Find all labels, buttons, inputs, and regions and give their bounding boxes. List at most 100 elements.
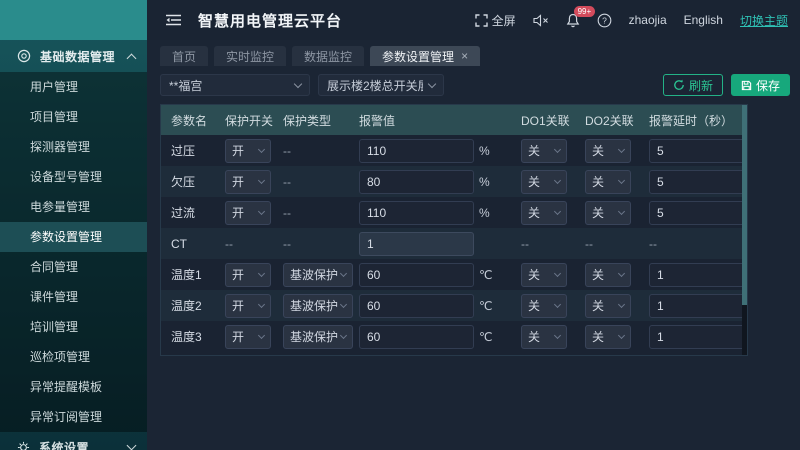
alarm-delay-input[interactable] (649, 201, 748, 225)
do1-select[interactable]: 关 (521, 170, 567, 194)
theme-toggle-link[interactable]: 切换主题 (740, 12, 788, 29)
tab[interactable]: 首页 (160, 46, 208, 66)
do1-select[interactable]: 关 (521, 201, 567, 225)
protect-switch-select-value: 开 (232, 173, 259, 190)
project-select[interactable]: **福宫 (160, 74, 310, 96)
database-circle-icon (17, 49, 31, 63)
column-header: 保护开关 (225, 112, 283, 129)
chevron-down-icon (127, 441, 137, 450)
protect-type-empty: -- (283, 237, 359, 251)
protect-switch-select[interactable]: 开 (225, 139, 271, 163)
alarm-delay-input[interactable] (649, 263, 748, 287)
do2-select[interactable]: 关 (585, 139, 631, 163)
do2-select-value: 关 (592, 266, 619, 283)
tab-label: 参数设置管理 (382, 48, 454, 65)
protect-switch-select[interactable]: 开 (225, 294, 271, 318)
alarm-unit-label: ℃ (479, 299, 492, 313)
alarm-value-input[interactable] (359, 232, 474, 256)
protect-switch-select[interactable]: 开 (225, 201, 271, 225)
tab[interactable]: 实时监控 (214, 46, 286, 66)
sidebar-item[interactable]: 课件管理 (0, 282, 147, 312)
chevron-down-icon (258, 270, 265, 277)
do2-select[interactable]: 关 (585, 263, 631, 287)
help-icon[interactable]: ? (597, 13, 612, 28)
protect-switch-select[interactable]: 开 (225, 170, 271, 194)
alarm-value-cell: ℃ (359, 263, 521, 287)
sidebar-item[interactable]: 异常订阅管理 (0, 402, 147, 432)
mute-icon[interactable] (533, 14, 549, 27)
protect-switch-select[interactable]: 开 (225, 325, 271, 349)
param-name: 温度3 (171, 328, 225, 345)
protect-switch-select-value: 开 (232, 266, 259, 283)
do1-select[interactable]: 关 (521, 263, 567, 287)
alarm-value-input[interactable] (359, 139, 474, 163)
do2-select[interactable]: 关 (585, 201, 631, 225)
protect-type-select[interactable]: 基波保护 (283, 294, 353, 318)
refresh-button[interactable]: 刷新 (663, 74, 723, 96)
fullscreen-button[interactable]: 全屏 (475, 12, 516, 29)
save-icon (741, 80, 752, 91)
alarm-delay-input[interactable] (649, 170, 748, 194)
sidebar-bottom-group-label: 系统设置 (39, 439, 128, 450)
protect-switch-select-value: 开 (232, 297, 259, 314)
tab-label: 数据监控 (304, 48, 352, 65)
app-window: 基础数据管理 用户管理项目管理探测器管理设备型号管理电参量管理参数设置管理合同管… (0, 0, 800, 450)
language-switch[interactable]: English (684, 13, 723, 27)
device-select[interactable]: 展示楼2楼总开关展示... (318, 74, 444, 96)
chevron-down-icon (618, 332, 625, 339)
sidebar-group-basic-data[interactable]: 基础数据管理 (0, 40, 147, 72)
alarm-value-input[interactable] (359, 201, 474, 225)
username[interactable]: zhaojia (629, 13, 667, 27)
protect-type-empty: -- (283, 206, 359, 220)
notifications-button[interactable]: 99+ (566, 13, 580, 28)
alarm-value-input[interactable] (359, 294, 474, 318)
alarm-value-input[interactable] (359, 170, 474, 194)
sidebar-item[interactable]: 合同管理 (0, 252, 147, 282)
sidebar-item[interactable]: 设备型号管理 (0, 162, 147, 192)
do1-select[interactable]: 关 (521, 294, 567, 318)
sidebar-item[interactable]: 电参量管理 (0, 192, 147, 222)
tab[interactable]: 参数设置管理 × (370, 46, 480, 66)
sidebar-item[interactable]: 探测器管理 (0, 132, 147, 162)
sidebar-group-system-settings[interactable]: 系统设置 (0, 432, 147, 450)
table-row: 温度3开基波保护℃关关 (161, 321, 747, 352)
sidebar-item[interactable]: 异常提醒模板 (0, 372, 147, 402)
page-title: 智慧用电管理云平台 (198, 10, 342, 31)
do2-select[interactable]: 关 (585, 170, 631, 194)
protect-type-select[interactable]: 基波保护 (283, 325, 353, 349)
sidebar-item[interactable]: 用户管理 (0, 72, 147, 102)
alarm-delay-input[interactable] (649, 325, 748, 349)
alarm-value-input[interactable] (359, 263, 474, 287)
do2-select[interactable]: 关 (585, 325, 631, 349)
chevron-down-icon (340, 301, 347, 308)
close-tab-icon[interactable]: × (461, 49, 468, 63)
do1-select[interactable]: 关 (521, 325, 567, 349)
save-button[interactable]: 保存 (731, 74, 790, 96)
tab-label: 首页 (172, 48, 196, 65)
table-header-row: 参数名保护开关保护类型报警值DO1关联DO2关联报警延时（秒） (161, 105, 747, 135)
chevron-down-icon (618, 146, 625, 153)
protect-type-select[interactable]: 基波保护 (283, 263, 353, 287)
chevron-down-icon (554, 301, 561, 308)
sidebar-item[interactable]: 参数设置管理 (0, 222, 147, 252)
protect-switch-select[interactable]: 开 (225, 263, 271, 287)
scrollbar-thumb[interactable] (742, 105, 747, 305)
do2-select[interactable]: 关 (585, 294, 631, 318)
vertical-scrollbar[interactable] (742, 105, 747, 355)
protect-switch-select-value: 开 (232, 328, 259, 345)
alarm-value-input[interactable] (359, 325, 474, 349)
protect-type-select-value: 基波保护 (290, 328, 341, 345)
table-row: 欠压开--%关关 (161, 166, 747, 197)
alarm-value-cell: ℃ (359, 294, 521, 318)
tab[interactable]: 数据监控 (292, 46, 364, 66)
sidebar-item[interactable]: 巡检项管理 (0, 342, 147, 372)
chevron-down-icon (340, 332, 347, 339)
sidebar-logo-block (0, 0, 147, 40)
alarm-delay-input[interactable] (649, 294, 748, 318)
sidebar-item[interactable]: 项目管理 (0, 102, 147, 132)
alarm-delay-input[interactable] (649, 139, 748, 163)
chevron-down-icon (258, 301, 265, 308)
sidebar-item[interactable]: 培训管理 (0, 312, 147, 342)
collapse-menu-icon[interactable] (165, 13, 182, 27)
do1-select[interactable]: 关 (521, 139, 567, 163)
